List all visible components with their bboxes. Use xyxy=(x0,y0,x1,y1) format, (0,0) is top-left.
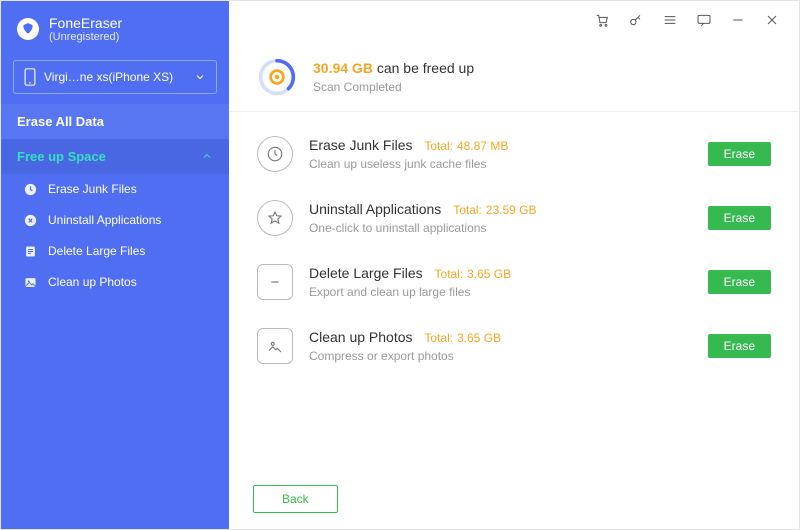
row-title: Clean up Photos Total: 3.65 GB xyxy=(309,329,708,345)
nav-erase-all-label: Erase All Data xyxy=(17,114,104,129)
uninstall-icon xyxy=(23,213,38,228)
row-title: Delete Large Files Total: 3.65 GB xyxy=(309,265,708,281)
app-name: FoneEraser xyxy=(49,15,122,31)
sidebar-item-erase-junk[interactable]: Erase Junk Files xyxy=(7,174,229,205)
erase-button[interactable]: Erase xyxy=(708,142,771,166)
row-erase-junk: Erase Junk Files Total: 48.87 MB Clean u… xyxy=(253,122,775,186)
file-icon xyxy=(23,244,38,259)
row-sub: Compress or export photos xyxy=(309,349,708,363)
chevron-up-icon xyxy=(201,150,213,162)
summary-tail: can be freed up xyxy=(377,60,474,76)
back-button[interactable]: Back xyxy=(253,485,338,513)
cart-icon[interactable] xyxy=(593,11,611,29)
sidebar-item-large-files[interactable]: Delete Large Files xyxy=(7,236,229,267)
device-selector[interactable]: Virgi…ne xs(iPhone XS) xyxy=(13,60,217,94)
sidebar-item-label: Clean up Photos xyxy=(48,275,137,289)
sidebar-item-label: Delete Large Files xyxy=(48,244,145,258)
row-sub: One-click to uninstall applications xyxy=(309,221,708,235)
sidebar-item-label: Uninstall Applications xyxy=(48,213,161,227)
clock-icon xyxy=(23,182,38,197)
footer: Back xyxy=(229,473,799,529)
brand: FoneEraser (Unregistered) xyxy=(1,1,229,54)
titlebar xyxy=(229,1,799,39)
key-icon[interactable] xyxy=(627,11,645,29)
sidebar-item-label: Erase Junk Files xyxy=(48,182,137,196)
star-icon xyxy=(257,200,293,236)
sidebar: FoneEraser (Unregistered) Virgi…ne xs(iP… xyxy=(1,1,229,529)
clock-icon xyxy=(257,136,293,172)
target-icon xyxy=(257,57,297,97)
main-panel: 30.94 GB can be freed up Scan Completed … xyxy=(229,1,799,529)
erase-button[interactable]: Erase xyxy=(708,270,771,294)
summary-status: Scan Completed xyxy=(313,80,474,94)
summary-headline: 30.94 GB can be freed up xyxy=(313,60,474,76)
close-icon[interactable] xyxy=(763,11,781,29)
row-large-files: Delete Large Files Total: 3.65 GB Export… xyxy=(253,250,775,314)
sidebar-subnav: Erase Junk Files Uninstall Applications … xyxy=(1,174,229,298)
row-photos: Clean up Photos Total: 3.65 GB Compress … xyxy=(253,314,775,378)
minimize-icon[interactable] xyxy=(729,11,747,29)
minus-icon xyxy=(257,264,293,300)
erase-button[interactable]: Erase xyxy=(708,334,771,358)
device-label: Virgi…ne xs(iPhone XS) xyxy=(44,70,173,84)
row-sub: Clean up useless junk cache files xyxy=(309,157,708,171)
erase-button[interactable]: Erase xyxy=(708,206,771,230)
chevron-down-icon xyxy=(194,71,206,83)
photo-icon xyxy=(23,275,38,290)
row-uninstall: Uninstall Applications Total: 23.59 GB O… xyxy=(253,186,775,250)
row-title: Uninstall Applications Total: 23.59 GB xyxy=(309,201,708,217)
menu-icon[interactable] xyxy=(661,11,679,29)
row-sub: Export and clean up large files xyxy=(309,285,708,299)
nav-erase-all-data[interactable]: Erase All Data xyxy=(1,104,229,139)
feedback-icon[interactable] xyxy=(695,11,713,29)
summary-size: 30.94 GB xyxy=(313,60,373,76)
nav-free-up-label: Free up Space xyxy=(17,149,106,164)
app-logo-icon xyxy=(17,18,39,40)
summary: 30.94 GB can be freed up Scan Completed xyxy=(229,39,799,112)
app-status: (Unregistered) xyxy=(49,31,122,44)
app-window: FoneEraser (Unregistered) Virgi…ne xs(iP… xyxy=(0,0,800,530)
nav-free-up-space[interactable]: Free up Space xyxy=(1,139,229,174)
sidebar-item-photos[interactable]: Clean up Photos xyxy=(7,267,229,298)
action-list: Erase Junk Files Total: 48.87 MB Clean u… xyxy=(229,112,799,378)
image-icon xyxy=(257,328,293,364)
row-title: Erase Junk Files Total: 48.87 MB xyxy=(309,137,708,153)
phone-icon xyxy=(24,68,36,86)
sidebar-item-uninstall[interactable]: Uninstall Applications xyxy=(7,205,229,236)
